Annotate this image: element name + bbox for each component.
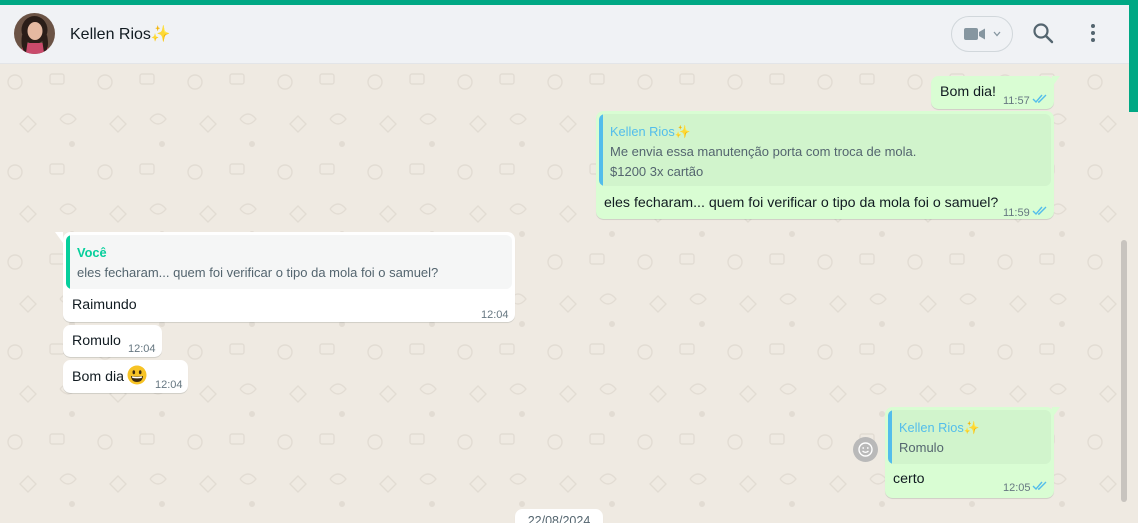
quote-accent-bar xyxy=(888,410,892,464)
message-text: eles fecharam... quem foi verificar o ti… xyxy=(604,195,999,211)
bubble-tail xyxy=(55,232,63,243)
scrollbar-thumb[interactable] xyxy=(1121,240,1127,502)
grinning-face-icon xyxy=(127,365,147,385)
message-text: Bom dia! xyxy=(940,84,996,100)
message-time: 11:59 xyxy=(1003,207,1030,219)
bubble-tail xyxy=(1052,76,1060,87)
date-separator-chip: 22/08/2024 xyxy=(515,509,603,523)
quote-text-line: $1200 3x cartão xyxy=(610,164,704,179)
message-text: Raimundo xyxy=(72,297,137,313)
quote-accent-bar xyxy=(599,114,603,186)
quote-text-line: eles fecharam... quem foi verificar o ti… xyxy=(77,265,439,280)
message-text: Bom dia xyxy=(72,369,125,385)
quoted-message[interactable]: Kellen Rios✨ Romulo xyxy=(888,410,1051,464)
quote-accent-bar xyxy=(66,235,70,289)
quote-author: Você xyxy=(77,245,107,260)
message-outgoing-reply[interactable]: Kellen Rios✨ Me envia essa manutenção po… xyxy=(596,111,1054,219)
message-time: 12:04 xyxy=(481,309,509,321)
message-text: Romulo xyxy=(72,333,121,349)
quoted-message[interactable]: Kellen Rios✨ Me envia essa manutenção po… xyxy=(599,114,1051,186)
double-check-icon xyxy=(1032,94,1047,104)
message-time: 12:04 xyxy=(128,343,156,355)
quote-text-line: Me envia essa manutenção porta com troca… xyxy=(610,144,917,159)
smiley-reaction-icon xyxy=(858,442,873,457)
message-time: 12:05 xyxy=(1003,482,1031,494)
message-incoming[interactable]: Romulo 12:04 xyxy=(63,325,162,357)
message-time: 12:04 xyxy=(155,379,183,391)
message-text: certo xyxy=(893,471,925,487)
message-incoming-reply[interactable]: Você eles fecharam... quem foi verificar… xyxy=(63,232,515,322)
search-icon[interactable] xyxy=(1031,21,1055,45)
quote-author: Kellen Rios✨ xyxy=(610,124,691,139)
quoted-message[interactable]: Você eles fecharam... quem foi verificar… xyxy=(66,235,512,289)
avatar-photo xyxy=(14,13,55,54)
window-edge-accent xyxy=(1129,0,1138,112)
message-list[interactable]: Bom dia! 11:57 Kellen Rios✨ Me envia ess… xyxy=(0,64,1129,523)
double-check-icon xyxy=(1032,206,1047,216)
bubble-tail xyxy=(1052,407,1060,418)
quote-text-line: Romulo xyxy=(899,440,944,455)
message-outgoing[interactable]: Bom dia! 11:57 xyxy=(931,76,1054,109)
message-incoming[interactable]: Bom dia 12:04 xyxy=(63,360,188,393)
double-check-icon xyxy=(1032,481,1047,491)
video-camera-icon xyxy=(964,28,985,40)
chevron-down-icon xyxy=(993,31,1001,37)
avatar[interactable] xyxy=(14,13,55,54)
message-time: 11:57 xyxy=(1003,95,1030,107)
reaction-button[interactable] xyxy=(853,437,878,462)
quote-author: Kellen Rios✨ xyxy=(899,420,980,435)
message-outgoing-reply[interactable]: Kellen Rios✨ Romulo certo 12:05 xyxy=(885,407,1054,498)
contact-name[interactable]: Kellen Rios✨ xyxy=(70,24,171,44)
chat-header: Kellen Rios✨ xyxy=(0,5,1129,64)
kebab-menu-icon[interactable] xyxy=(1081,21,1105,45)
video-call-button[interactable] xyxy=(951,16,1013,52)
